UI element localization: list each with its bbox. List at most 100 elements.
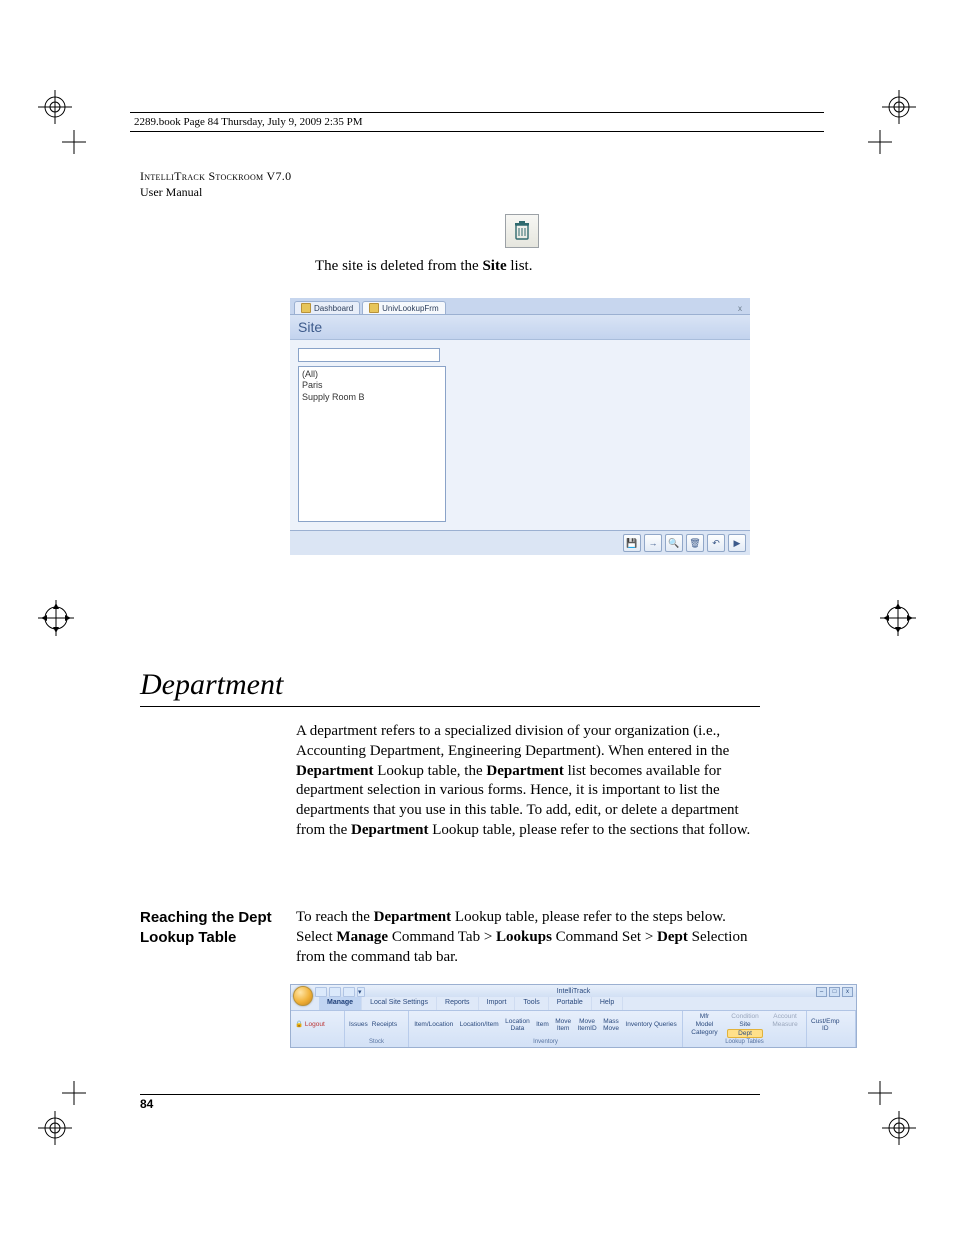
maximize-button[interactable]: □ [829,987,840,997]
running-head: 2289.book Page 84 Thursday, July 9, 2009… [130,112,824,132]
ribbon-item[interactable]: MassMove [603,1018,619,1032]
tab-label: UnivLookupFrm [382,304,438,313]
manual-page: 2289.book Page 84 Thursday, July 9, 2009… [0,0,954,1235]
reaching-dept-paragraph: To reach the Department Lookup table, pl… [296,908,758,967]
find-button[interactable]: 🔍 [665,534,683,552]
save-button[interactable]: 💾 [623,534,641,552]
product-name: IntelliTrack Stockroom V7.0 [140,168,291,184]
window-tabbar: Dashboard UnivLookupFrm x [290,298,750,315]
cross-mark-icon [868,130,892,154]
ribbon-screenshot: ▾ IntelliTrack – □ x Manage Local Site S… [290,984,857,1048]
crop-mark-icon [882,90,916,124]
side-mark-icon [38,600,74,641]
panel-body: (All) Paris Supply Room B [290,340,750,531]
cross-mark-icon [62,1081,86,1105]
group-items: Issues Receipts [349,1013,404,1037]
ribbon-tabs: Manage Local Site Settings Reports Impor… [291,997,856,1011]
panel-title: Site [290,315,750,340]
group-items: 🔒 Logout [295,1013,340,1037]
minimize-button[interactable]: – [816,987,827,997]
app-title: IntelliTrack [557,988,591,995]
titlebar: ▾ IntelliTrack – □ x [291,985,856,997]
list-item[interactable]: (All) [302,369,442,380]
close-tab-button[interactable]: x [734,303,746,314]
inventory-group: Item/Location Location/Item LocationData… [409,1011,683,1047]
list-item[interactable]: Supply Room B [302,392,442,403]
tab-dashboard[interactable]: Dashboard [294,301,360,314]
logout-group: 🔒 Logout [291,1011,345,1047]
page-header: IntelliTrack Stockroom V7.0 User Manual [140,168,291,200]
close-button[interactable]: x [842,987,853,997]
cross-mark-icon [62,130,86,154]
ribbon-item[interactable]: MoveItem [555,1018,571,1032]
tab-reports[interactable]: Reports [437,997,479,1010]
crop-mark-icon [38,90,72,124]
issues-button[interactable]: Issues [349,1021,368,1028]
receipts-button[interactable]: Receipts [372,1021,397,1028]
stock-group: Issues Receipts Stock [345,1011,409,1047]
site-listbox[interactable]: (All) Paris Supply Room B [298,366,446,522]
delete-confirmation-text: The site is deleted from the Site list. [315,258,532,275]
group-label: Stock [349,1039,404,1045]
tab-univlookup[interactable]: UnivLookupFrm [362,301,445,314]
lookup-dept[interactable]: Dept [727,1029,763,1038]
side-mark-icon [880,600,916,641]
list-item[interactable]: Paris [302,380,442,391]
qat-button[interactable] [329,987,341,997]
next-button[interactable]: → [644,534,662,552]
quick-access-toolbar: ▾ [315,987,365,997]
lookup-condition: Condition [727,1013,763,1020]
site-search-input[interactable] [298,348,440,362]
tab-portable[interactable]: Portable [549,997,592,1010]
page-number: 84 [140,1097,153,1111]
ribbon-item[interactable]: MoveItemID [578,1018,597,1032]
cross-mark-icon [868,1081,892,1105]
lookup-category[interactable]: Category [687,1029,722,1038]
ribbon-item[interactable]: Inventory Queries [625,1021,676,1028]
tab-label: Dashboard [314,304,353,313]
group-label: Lookup Tables [687,1039,802,1045]
go-button[interactable]: ▶ [728,534,746,552]
group-label: Inventory [413,1039,678,1045]
qat-button[interactable] [343,987,355,997]
lookup-account: Account [768,1013,802,1020]
undo-button[interactable]: ↶ [707,534,725,552]
lookup-site[interactable]: Site [727,1021,763,1028]
app-orb-icon[interactable] [293,986,313,1006]
section-heading-department: Department [140,668,760,707]
sidehead-reaching-dept: Reaching the Dept Lookup Table [140,908,280,947]
crop-mark-icon [882,1111,916,1145]
ribbon-item[interactable]: Item/Location [414,1021,453,1028]
ribbon-body: 🔒 Logout Issues Receipts Stock Item/Loca… [291,1011,856,1047]
crop-mark-icon [38,1111,72,1145]
tab-tools[interactable]: Tools [515,997,548,1010]
trash-icon [513,221,531,241]
ribbon-item[interactable]: Location/Item [460,1021,499,1028]
footer-rule [140,1094,760,1095]
lookup-measure: Measure [768,1021,802,1028]
ribbon-item[interactable]: Item [536,1021,549,1028]
custemp-group: Cust/EmpID [807,1011,856,1047]
window-controls: – □ x [816,987,853,997]
logout-button[interactable]: 🔒 Logout [295,1021,325,1028]
lookup-group: Mfr Condition Account Model Site Measure… [683,1011,807,1047]
tab-manage[interactable]: Manage [319,997,362,1010]
lookup-mfr[interactable]: Mfr [687,1013,722,1020]
ribbon-item[interactable]: LocationData [505,1018,530,1032]
tab-help[interactable]: Help [592,997,623,1010]
delete-button[interactable]: 🗑 [686,534,704,552]
qat-button[interactable] [315,987,327,997]
site-lookup-screenshot: Dashboard UnivLookupFrm x Site (All) Par… [290,298,750,555]
tab-import[interactable]: Import [479,997,516,1010]
tab-local-site[interactable]: Local Site Settings [362,997,437,1010]
manual-label: User Manual [140,184,291,200]
group-items: Item/Location Location/Item LocationData… [413,1013,678,1037]
qat-dropdown[interactable]: ▾ [357,987,365,997]
group-items: Mfr Condition Account Model Site Measure… [687,1013,802,1038]
department-description: A department refers to a specialized div… [296,722,758,841]
group-items: Cust/EmpID [811,1013,851,1037]
toolbar: 💾 → 🔍 🗑 ↶ ▶ [290,531,750,555]
lookup-model[interactable]: Model [687,1021,722,1028]
delete-button[interactable] [505,214,539,248]
form-icon [369,303,379,313]
